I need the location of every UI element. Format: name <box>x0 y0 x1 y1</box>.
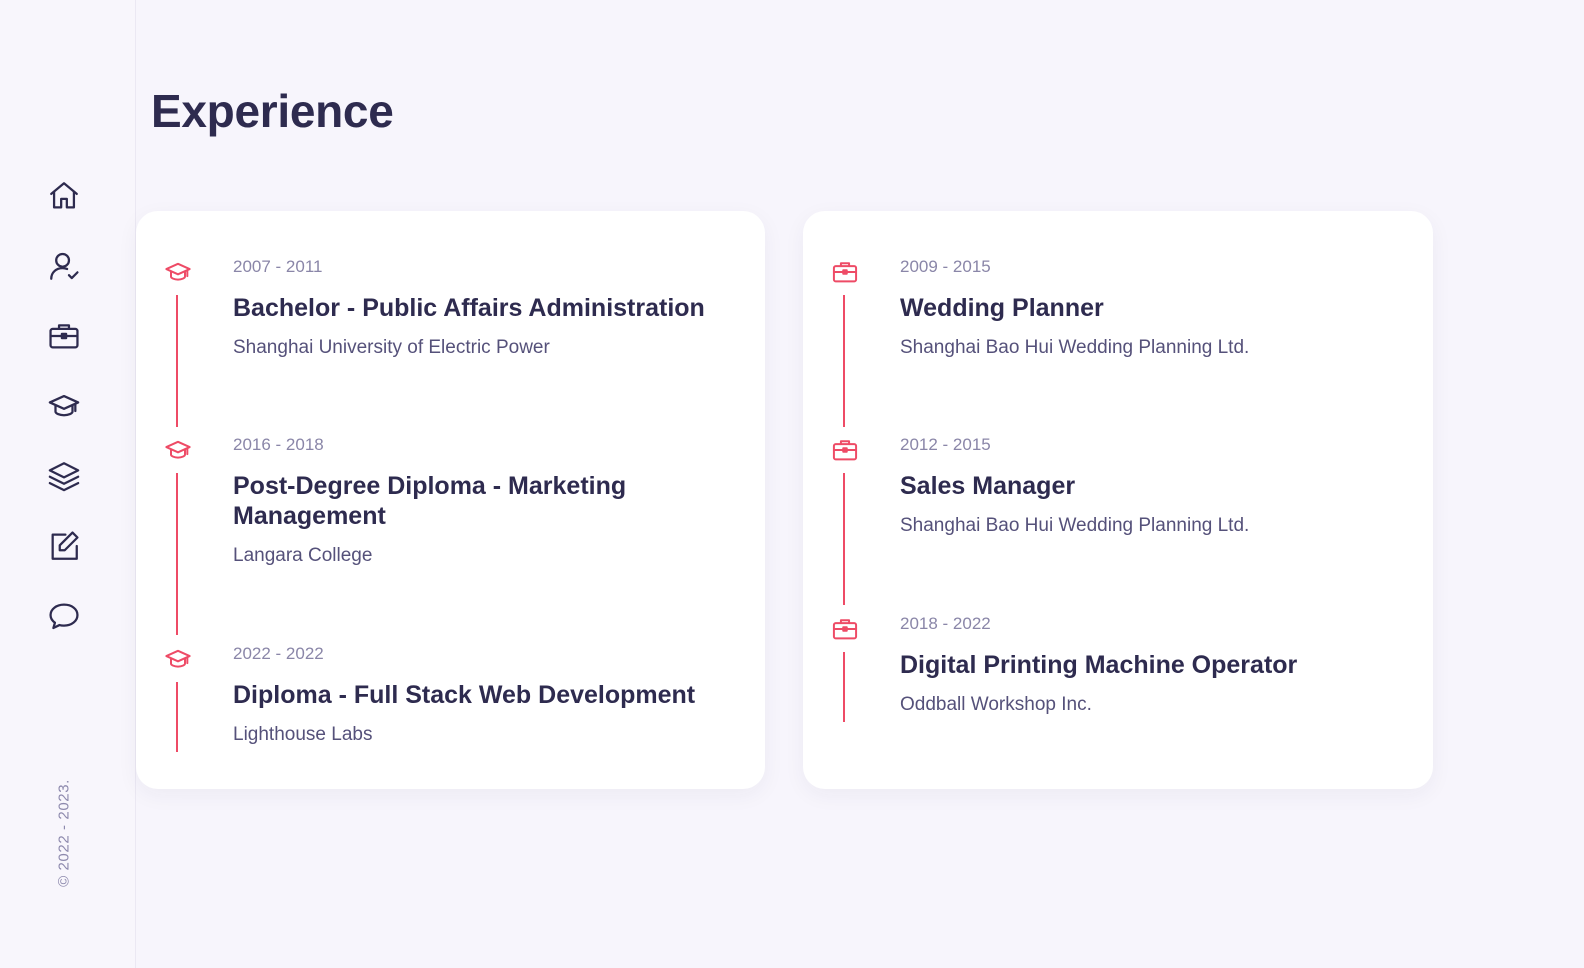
layers-icon[interactable] <box>46 458 82 494</box>
education-card: 2007 - 2011 Bachelor - Public Affairs Ad… <box>136 211 765 789</box>
timeline-line <box>176 295 178 427</box>
timeline-line <box>843 295 845 427</box>
user-check-icon[interactable] <box>46 248 82 284</box>
entry-title: Digital Printing Machine Operator <box>900 651 1298 679</box>
briefcase-icon <box>829 614 861 644</box>
timeline-line <box>176 473 178 635</box>
chat-bubble-icon[interactable] <box>46 598 82 634</box>
entry-organization: Shanghai Bao Hui Wedding Planning Ltd. <box>900 337 1250 358</box>
entry-period: 2007 - 2011 <box>233 257 323 276</box>
graduation-cap-icon <box>162 644 194 674</box>
briefcase-icon <box>829 257 861 287</box>
entry-period: 2018 - 2022 <box>900 614 991 633</box>
graduation-cap-icon[interactable] <box>46 388 82 424</box>
entry-title: Sales Manager <box>900 472 1076 500</box>
page-title: Experience <box>151 85 394 137</box>
briefcase-icon[interactable] <box>46 318 82 354</box>
edit-icon[interactable] <box>46 528 82 564</box>
sidebar: © 2022 - 2023. <box>0 0 136 968</box>
entry-title: Wedding Planner <box>900 294 1104 322</box>
timeline-line <box>843 473 845 605</box>
entry-period: 2012 - 2015 <box>900 435 991 454</box>
entry-title: Diploma - Full Stack Web Development <box>233 681 696 709</box>
work-card: 2009 - 2015 Wedding Planner Shanghai Bao… <box>803 211 1433 789</box>
entry-organization: Shanghai Bao Hui Wedding Planning Ltd. <box>900 515 1250 536</box>
graduation-cap-icon <box>162 257 194 287</box>
home-icon[interactable] <box>46 178 82 214</box>
copyright-text: © 2022 - 2023. <box>55 779 73 887</box>
briefcase-icon <box>829 435 861 465</box>
entry-period: 2022 - 2022 <box>233 644 324 663</box>
entry-title: Bachelor - Public Affairs Administration <box>233 294 705 322</box>
entry-organization: Langara College <box>233 545 373 566</box>
entry-title: Post-Degree Diploma - Marketing Manageme… <box>233 472 627 530</box>
entry-organization: Oddball Workshop Inc. <box>900 694 1092 715</box>
entry-organization: Lighthouse Labs <box>233 724 373 745</box>
graduation-cap-icon <box>162 435 194 465</box>
timeline-line <box>843 652 845 722</box>
entry-period: 2009 - 2015 <box>900 257 991 276</box>
entry-organization: Shanghai University of Electric Power <box>233 337 550 358</box>
entry-period: 2016 - 2018 <box>233 435 324 454</box>
timeline-line <box>176 682 178 752</box>
